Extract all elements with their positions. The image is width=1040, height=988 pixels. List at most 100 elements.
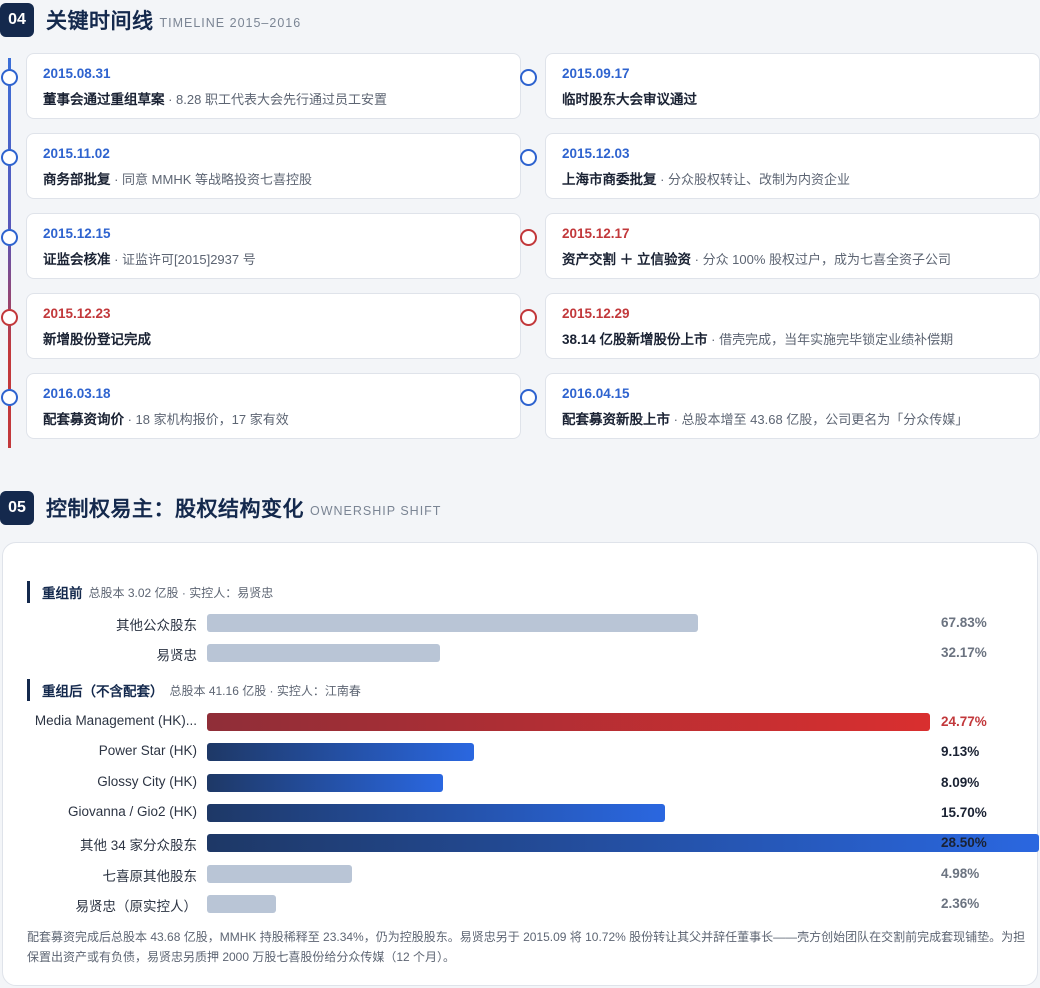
timeline-desc: 配套募资询价 · 18 家机构报价，17 家有效 [43, 408, 504, 428]
timeline-date: 2015.09.17 [562, 66, 630, 81]
bar [207, 894, 276, 913]
section-04-header: 04 关键时间线 TIMELINE 2015–2016 [0, 2, 301, 38]
bar-row: 其他公众股东 67.83% [3, 613, 1039, 633]
timeline-date: 2015.12.03 [562, 146, 630, 161]
bar-percent: 24.77% [941, 714, 987, 729]
timeline-date: 2015.11.02 [43, 146, 110, 161]
bar-percent: 2.36% [941, 895, 980, 911]
timeline-dot [1, 309, 18, 326]
bar-percent: 8.09% [941, 774, 980, 790]
timeline-dot [520, 389, 537, 406]
timeline-card: 2015.12.17 资产交割 ＋ 立信验资 · 分众 100% 股权过户，成为七… [545, 213, 1040, 279]
timeline-dot [1, 229, 18, 246]
bar-label: 其他 34 家分众股东 [79, 838, 197, 854]
timeline-title: 38.14 亿股新增股份上市 [562, 332, 708, 347]
bar [207, 614, 698, 632]
timeline-desc: 资产交割 ＋ 立信验资 · 分众 100% 股权过户，成为七喜全资子公司 [562, 248, 1023, 268]
bar-label: Power Star (HK) [98, 743, 197, 759]
timeline-date: 2015.12.15 [43, 226, 111, 241]
timeline-dot [1, 389, 18, 406]
timeline-dot [1, 149, 18, 166]
section-05-header: 05 控制权易主：股权结构变化 OWNERSHIP SHIFT [0, 490, 441, 526]
bar-percent: 32.17% [941, 645, 987, 660]
group-before: 重组前 总股本 3.02 亿股 · 实控人：易贤忠 [27, 581, 273, 603]
section-subtitle: TIMELINE 2015–2016 [159, 15, 302, 30]
timeline-card: 2016.03.18 配套募资询价 · 18 家机构报价，17 家有效 [26, 373, 521, 439]
timeline-date: 2015.12.17 [562, 226, 630, 241]
timeline-desc: 上海市商委批复 · 分众股权转让、改制为内资企业 [562, 168, 1023, 188]
timeline-date: 2015.12.23 [43, 306, 111, 321]
timeline-desc: 配套募资新股上市 · 总股本增至 43.68 亿股，公司更名为「分众传媒」 [562, 408, 1023, 428]
bar-row: Power Star (HK) 9.13% [3, 742, 1039, 762]
section-number: 05 [0, 491, 34, 525]
timeline-title: 资产交割 ＋ 立信验资 [562, 252, 692, 267]
bar-label: 易贤忠（原实控人） [75, 898, 198, 914]
bar-label: Media Management (HK)... [34, 713, 197, 728]
timeline-detail: · 同意 MMHK 等战略投资七喜控股 [110, 172, 312, 187]
timeline-title: 配套募资询价 [43, 412, 124, 427]
bar [207, 803, 666, 822]
timeline-detail: · 18 家机构报价，17 家有效 [124, 412, 289, 427]
timeline-card: 2016.04.15 配套募资新股上市 · 总股本增至 43.68 亿股，公司更名… [545, 373, 1040, 439]
timeline-title: 证监会核准 [43, 252, 111, 267]
bar-row: 其他 34 家分众股东 28.50% [3, 833, 1039, 853]
timeline-card: 2015.12.15 证监会核准 · 证监许可[2015]2937 号 [26, 213, 521, 279]
bar-percent: 9.13% [941, 744, 980, 760]
bar [207, 644, 440, 662]
timeline-detail: · 8.28 职工代表大会先行通过员工安置 [164, 92, 387, 107]
bar [207, 773, 444, 792]
timeline-title: 临时股东大会审议通过 [562, 92, 697, 107]
group-label: 重组前 [42, 586, 83, 601]
timeline-date: 2015.08.31 [43, 66, 111, 81]
timeline-card: 2015.12.03 上海市商委批复 · 分众股权转让、改制为内资企业 [545, 133, 1040, 199]
bar-percent: 28.50% [941, 835, 987, 851]
ownership-panel: 重组前 总股本 3.02 亿股 · 实控人：易贤忠 其他公众股东 67.83% 易贤… [2, 542, 1039, 986]
bar [207, 864, 353, 883]
bar-label: 易贤忠 [156, 648, 198, 663]
timeline-title: 配套募资新股上市 [562, 412, 670, 427]
bar-label: 其他公众股东 [116, 618, 197, 633]
timeline-dot [520, 69, 537, 86]
timeline-title: 新增股份登记完成 [43, 332, 151, 347]
timeline-date: 2015.12.29 [562, 306, 630, 321]
timeline-dot [1, 69, 18, 86]
timeline-title: 商务部批复 [43, 172, 111, 187]
timeline-desc: 38.14 亿股新增股份上市 · 借壳完成，当年实施完毕锁定业绩补偿期 [562, 328, 1023, 348]
timeline-detail: · 总股本增至 43.68 亿股，公司更名为「分众传媒」 [670, 412, 969, 427]
bar-row: Media Management (HK)... 24.77% [3, 712, 1039, 732]
bar [207, 834, 1039, 853]
timeline-desc: 董事会通过重组草案 · 8.28 职工代表大会先行通过员工安置 [43, 88, 504, 108]
timeline-dot [520, 149, 537, 166]
timeline-desc: 临时股东大会审议通过 [562, 88, 1023, 108]
timeline-card: 2015.08.31 董事会通过重组草案 · 8.28 职工代表大会先行通过员工安… [26, 53, 521, 119]
bar-percent: 4.98% [941, 865, 980, 881]
timeline-title: 董事会通过重组草案 [43, 92, 165, 107]
timeline-card: 2015.12.23 新增股份登记完成 [26, 293, 521, 359]
bar-row: Glossy City (HK) 8.09% [3, 773, 1039, 793]
bar-row: 易贤忠（原实控人） 2.36% [3, 894, 1039, 914]
footnote: 配套募资完成后总股本 43.68 亿股，MMHK 持股稀释至 23.34%，仍为… [27, 930, 1026, 964]
group-meta: 总股本 3.02 亿股 · 实控人：易贤忠 [88, 585, 274, 600]
bar-label: Giovanna / Gio2 (HK) [67, 803, 197, 819]
bar [207, 743, 474, 762]
group-meta: 总股本 41.16 亿股 · 实控人：江南春 [169, 683, 361, 698]
bar-percent: 67.83% [941, 615, 987, 630]
section-subtitle: OWNERSHIP SHIFT [310, 503, 442, 518]
timeline-detail: · 证监许可[2015]2937 号 [110, 252, 256, 267]
timeline-card: 2015.09.17 临时股东大会审议通过 [545, 53, 1040, 119]
timeline-card: 2015.11.02 商务部批复 · 同意 MMHK 等战略投资七喜控股 [26, 133, 521, 199]
group-label: 重组后（不含配套） [42, 684, 164, 699]
bar-label: Glossy City (HK) [97, 773, 197, 789]
timeline-desc: 新增股份登记完成 [43, 328, 504, 348]
bar-row: Giovanna / Gio2 (HK) 15.70% [3, 803, 1039, 823]
bar-row: 七喜原其他股东 4.98% [3, 864, 1039, 884]
timeline-dot [520, 309, 537, 326]
group-after: 重组后（不含配套） 总股本 41.16 亿股 · 实控人：江南春 [27, 679, 361, 701]
timeline-dot [520, 229, 537, 246]
bar-row: 易贤忠 32.17% [3, 643, 1039, 663]
bar-label: 七喜原其他股东 [102, 868, 198, 884]
section-number: 04 [0, 3, 34, 37]
timeline-detail: · 借壳完成，当年实施完毕锁定业绩补偿期 [707, 332, 954, 347]
timeline-desc: 证监会核准 · 证监许可[2015]2937 号 [43, 248, 504, 268]
timeline-detail: · 分众 100% 股权过户，成为七喜全资子公司 [691, 252, 952, 267]
